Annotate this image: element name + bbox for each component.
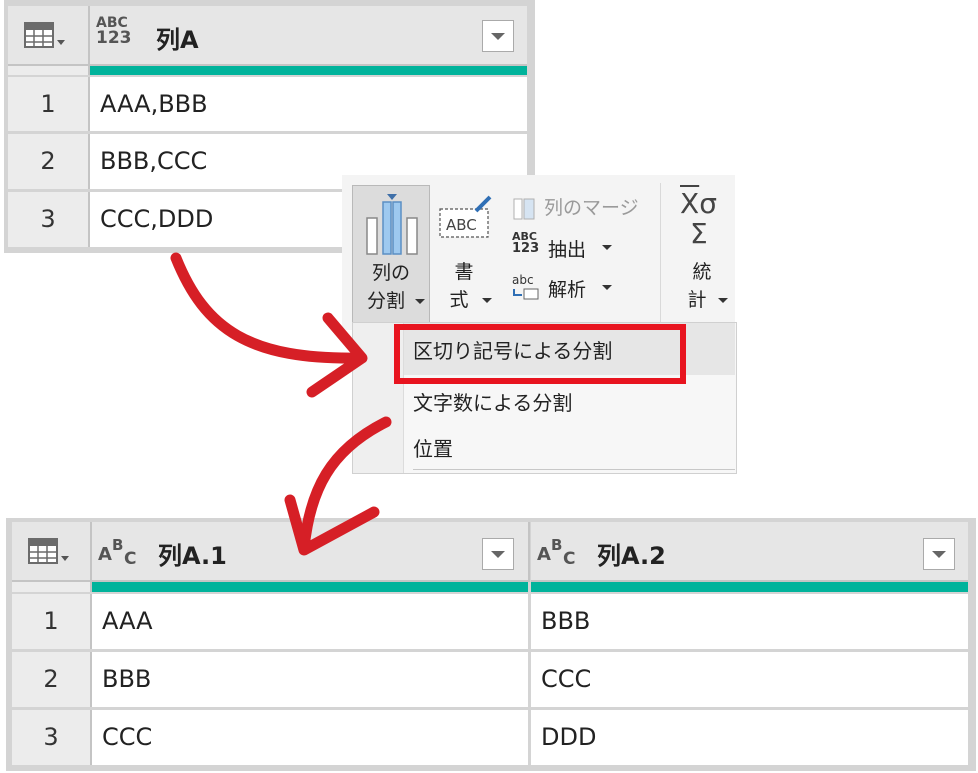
column-header-colA[interactable]: ABC 123 列A: [90, 6, 527, 66]
statistics-icon: Xσ Σ: [680, 187, 717, 250]
ribbon-separator: [660, 183, 661, 323]
chevron-down-icon: [491, 33, 505, 40]
svg-text:B: B: [112, 536, 123, 554]
statistics-label-1: 統: [692, 261, 712, 283]
parse-button[interactable]: abc 解析: [510, 271, 620, 305]
row-number: 1: [8, 77, 90, 131]
caret-down-icon: [718, 298, 728, 303]
highlight-box: [394, 324, 686, 384]
format-label-1: 書: [454, 261, 474, 283]
table-cell[interactable]: DDD: [531, 710, 968, 765]
caret-down-icon: [602, 245, 612, 250]
table-cell[interactable]: AAA,BBB: [90, 77, 527, 131]
chevron-down-icon: [932, 551, 946, 558]
chevron-down-icon: [491, 551, 505, 558]
column-name: 列A.2: [597, 542, 666, 570]
extract-label: 抽出: [548, 239, 587, 261]
svg-text:C: C: [563, 549, 575, 568]
column-name: 列A.1: [158, 542, 227, 570]
row-number: 1: [12, 594, 92, 649]
row-number: 3: [8, 192, 90, 247]
svg-text:A: A: [537, 544, 551, 565]
parse-icon: abc: [512, 273, 542, 301]
row-number: 3: [12, 710, 92, 765]
format-label-2: 式: [449, 289, 469, 311]
text-type-icon: A B C: [98, 536, 136, 568]
table-cell[interactable]: CCC: [531, 652, 968, 707]
statistics-label-2: 計: [687, 289, 707, 311]
text-type-icon: A B C: [537, 536, 575, 568]
svg-text:B: B: [551, 536, 562, 554]
format-button[interactable]: ABC 書 式: [434, 185, 494, 323]
svg-text:A: A: [98, 544, 112, 565]
merge-columns-button[interactable]: 列のマージ: [510, 191, 650, 221]
table-cell[interactable]: AAA: [92, 594, 528, 649]
parse-label: 解析: [548, 279, 587, 301]
table-icon: [28, 538, 69, 564]
column-quality-bar: [531, 582, 968, 592]
table-icon: [24, 22, 65, 48]
row-number: 2: [8, 134, 90, 189]
extract-button[interactable]: ABC 123 抽出: [510, 231, 620, 265]
column-quality-bar: [90, 66, 527, 75]
svg-text:ABC: ABC: [446, 216, 477, 234]
table-menu-button[interactable]: [8, 6, 90, 66]
statistics-button[interactable]: Xσ Σ 統 計: [672, 185, 732, 323]
column-quality-bar: [92, 582, 528, 592]
column-filter-button[interactable]: [482, 20, 514, 52]
split-column-icon: [366, 194, 418, 255]
caret-down-icon: [415, 299, 425, 304]
split-column-label-1: 列の: [371, 262, 410, 284]
menu-item-split-by-character-count[interactable]: 文字数による分割: [413, 387, 572, 416]
svg-text:C: C: [124, 549, 136, 568]
column-header-colA2[interactable]: A B C 列A.2: [531, 522, 968, 582]
format-icon: ABC: [439, 195, 492, 238]
menu-divider: [413, 469, 735, 470]
column-header-colA1[interactable]: A B C 列A.1: [92, 522, 530, 582]
column-filter-button[interactable]: [923, 538, 955, 570]
merge-columns-label: 列のマージ: [544, 197, 639, 219]
table-cell[interactable]: BBB: [531, 594, 968, 649]
menu-item-position[interactable]: 位置: [413, 433, 453, 462]
row-number: 2: [12, 652, 92, 707]
column-name: 列A: [156, 26, 199, 54]
caret-down-icon: [602, 285, 612, 290]
caret-down-icon: [482, 298, 492, 303]
merge-columns-icon: [513, 198, 535, 220]
table-cell[interactable]: BBB: [92, 652, 528, 707]
any-type-icon: ABC 123: [96, 15, 132, 48]
split-column-label-2: 分割: [366, 290, 405, 312]
split-column-button[interactable]: 列の 分割: [352, 185, 430, 325]
transform-ribbon: 列の 分割 ABC 書 式 列のマージ ABC 123 抽出 abc 解析 Xσ…: [342, 175, 735, 330]
result-table: A B C 列A.1 A B C 列A.2 1 AAA BBB 2 BBB CC…: [6, 518, 976, 771]
table-menu-button[interactable]: [12, 522, 92, 582]
column-filter-button[interactable]: [482, 538, 514, 570]
arrow-to-menu: [170, 252, 366, 364]
table-cell[interactable]: CCC: [92, 710, 528, 765]
any-type-icon: ABC 123: [512, 230, 540, 256]
